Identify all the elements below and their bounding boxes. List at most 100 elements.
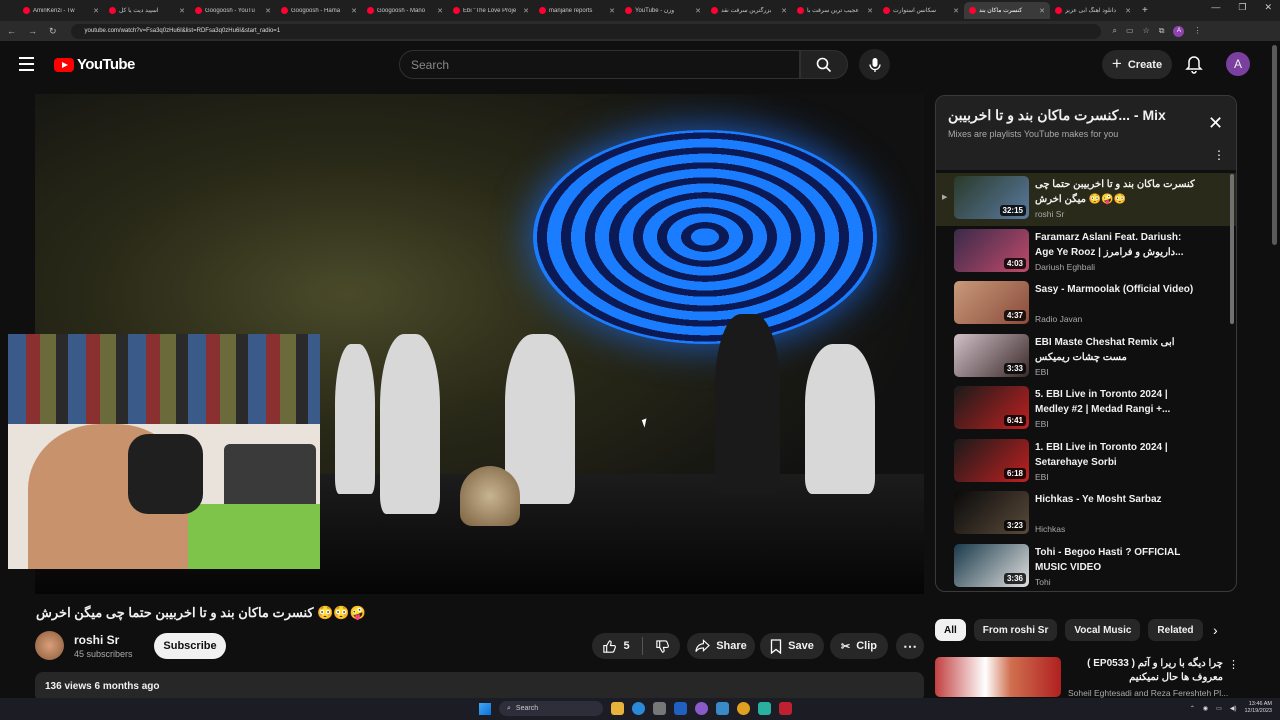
video-thumbnail[interactable]: 4:03 <box>954 228 1029 272</box>
search-button[interactable] <box>800 50 848 79</box>
create-button[interactable]: + Create <box>1102 50 1172 79</box>
new-tab-button[interactable]: + <box>1142 5 1148 16</box>
tab-close-icon[interactable]: ✕ <box>609 7 615 15</box>
share-button[interactable]: Share <box>687 633 755 659</box>
clip-button[interactable]: ✂ Clip <box>830 633 888 659</box>
video-thumbnail[interactable]: 4:37 <box>954 281 1029 324</box>
url-field[interactable]: youtube.com/watch?v=Fsa3q0zHu6I&list=RDF… <box>70 23 1101 39</box>
channel-name[interactable]: roshi Sr <box>74 633 119 647</box>
save-button[interactable]: Save <box>760 633 824 659</box>
filter-chip[interactable]: Vocal Music <box>1065 619 1141 641</box>
tab-close-icon[interactable]: ✕ <box>867 7 873 15</box>
tray-arrow-icon[interactable]: ⌃ <box>1190 705 1195 712</box>
playlist-item[interactable]: 3:33 EBI Maste Cheshat Remix ابی مست چشات… <box>936 331 1236 384</box>
browser-tab[interactable]: manjane reports ✕ <box>534 2 620 19</box>
cast-icon[interactable]: ▭ <box>1126 26 1134 37</box>
related-channel[interactable]: Soheil Eghtesadi and Reza Fereshteh Pl..… <box>1068 688 1228 698</box>
tab-close-icon[interactable]: ✕ <box>1039 7 1045 15</box>
tab-close-icon[interactable]: ✕ <box>781 7 787 15</box>
volume-icon[interactable]: ◀) <box>1230 705 1237 712</box>
app-icon[interactable] <box>758 702 771 715</box>
video-thumbnail[interactable]: 6:41 <box>954 386 1029 429</box>
browser-tab[interactable]: Googoosh - Hama ✕ <box>276 2 362 19</box>
store-icon[interactable] <box>653 702 666 715</box>
forward-icon[interactable]: → <box>28 26 37 37</box>
tab-close-icon[interactable]: ✕ <box>437 7 443 15</box>
search-input[interactable]: Search <box>399 50 800 79</box>
app-icon[interactable] <box>695 702 708 715</box>
taskbar-search[interactable]: ⌕ Search <box>499 701 603 716</box>
more-actions-button[interactable]: ⋯ <box>896 633 924 659</box>
chevron-right-icon[interactable]: › <box>1213 622 1218 638</box>
browser-tab[interactable]: دانلود آهنگ ابی عزیز ✕ <box>1050 2 1136 19</box>
profile-avatar[interactable]: A <box>1173 25 1185 37</box>
browser-tab[interactable]: عجیب ترین سرقت با ✕ <box>792 2 878 19</box>
browser-tab[interactable]: Googoosh - Mano ✕ <box>362 2 448 19</box>
like-icon[interactable] <box>602 639 617 654</box>
browser-tab[interactable]: Googoosh - YouTu ✕ <box>190 2 276 19</box>
playlist-item-title[interactable]: Faramarz Aslani Feat. Dariush: Age Ye Ro… <box>1035 230 1195 260</box>
zoom-icon[interactable]: ⌕ <box>1113 26 1117 37</box>
more-vert-icon[interactable]: ⋮ <box>1228 658 1239 671</box>
extensions-icon[interactable]: ⧉ <box>1159 26 1165 37</box>
reload-icon[interactable]: ↻ <box>49 26 57 37</box>
youtube-logo[interactable]: YouTube <box>54 56 135 73</box>
playlist-item[interactable]: 3:36 Tohi - Begoo Hasti ? OFFICIAL MUSIC … <box>936 541 1236 592</box>
browser-tab[interactable]: اسپید دیت یا کل ✕ <box>104 2 190 19</box>
video-thumbnail[interactable]: 6:18 <box>954 438 1029 482</box>
maximize-icon[interactable]: ❐ <box>1238 2 1246 13</box>
filter-chip[interactable]: Related <box>1148 619 1203 641</box>
video-thumbnail[interactable]: 3:23 <box>954 491 1029 534</box>
account-avatar[interactable]: A <box>1226 52 1250 76</box>
browser-tab[interactable]: AminKenzi - Tw ✕ <box>18 2 104 19</box>
browser-tab[interactable]: Ebi "The Love Proje ✕ <box>448 2 534 19</box>
app-icon[interactable] <box>716 702 729 715</box>
close-icon[interactable]: ✕ <box>1208 113 1223 134</box>
tab-close-icon[interactable]: ✕ <box>523 7 529 15</box>
subscribe-button[interactable]: Subscribe <box>154 633 226 659</box>
video-thumbnail[interactable]: 3:36 <box>954 543 1029 587</box>
playlist-item-title[interactable]: Hichkas - Ye Mosht Sarbaz <box>1035 492 1195 507</box>
tab-close-icon[interactable]: ✕ <box>265 7 271 15</box>
playlist-item[interactable]: 6:41 5. EBI Live in Toronto 2024 | Medley… <box>936 383 1236 436</box>
video-thumbnail[interactable]: 32:15 <box>954 176 1029 219</box>
playlist-item-title[interactable]: کنسرت ماکان بند و تا اخربیبن حتما چی میگ… <box>1035 177 1195 207</box>
notifications-bell-icon[interactable] <box>1184 55 1204 75</box>
tab-close-icon[interactable]: ✕ <box>953 7 959 15</box>
playlist-item-title[interactable]: Sasy - Marmoolak (Official Video) <box>1035 282 1195 297</box>
browser-tab[interactable]: سکانس استوارت ✕ <box>878 2 964 19</box>
browser-menu-icon[interactable]: ⋮ <box>1193 26 1201 37</box>
tab-close-icon[interactable]: ✕ <box>1125 7 1131 15</box>
tab-close-icon[interactable]: ✕ <box>695 7 701 15</box>
video-thumbnail[interactable]: 3:33 <box>954 333 1029 377</box>
playlist-item-title[interactable]: 5. EBI Live in Toronto 2024 | Medley #2 … <box>1035 387 1195 417</box>
edge-icon[interactable] <box>632 702 645 715</box>
clock[interactable]: 13:46 AM 12/19/2023 <box>1244 701 1272 715</box>
app-icon[interactable] <box>779 702 792 715</box>
playlist-menu-icon[interactable]: ⋮ <box>1213 148 1225 162</box>
browser-tab[interactable]: YouTube - وزن ✕ <box>620 2 706 19</box>
playlist-item[interactable]: 6:18 1. EBI Live in Toronto 2024 | Setare… <box>936 436 1236 489</box>
related-title[interactable]: چرا دیگه با ریرا و آتم ( EP0533 ) معروف … <box>1068 657 1223 685</box>
playlist-item-title[interactable]: Tohi - Begoo Hasti ? OFFICIAL MUSIC VIDE… <box>1035 545 1195 575</box>
mic-tray-icon[interactable]: ◉ <box>1203 705 1208 712</box>
related-thumbnail[interactable] <box>935 657 1061 697</box>
tab-close-icon[interactable]: ✕ <box>93 7 99 15</box>
windows-start-icon[interactable] <box>479 702 491 715</box>
menu-icon[interactable] <box>19 57 34 75</box>
playlist-item[interactable]: ▶ 32:15 کنسرت ماکان بند و تا اخربیبن حتما … <box>936 173 1236 226</box>
file-explorer-icon[interactable] <box>611 702 624 715</box>
playlist-item[interactable]: 4:37 Sasy - Marmoolak (Official Video) Rad… <box>936 278 1236 331</box>
playlist-item[interactable]: 3:23 Hichkas - Ye Mosht Sarbaz Hichkas <box>936 488 1236 541</box>
filter-chip[interactable]: From roshi Sr <box>973 619 1058 641</box>
tab-close-icon[interactable]: ✕ <box>351 7 357 15</box>
voice-search-button[interactable] <box>859 49 890 80</box>
related-video[interactable]: چرا دیگه با ریرا و آتم ( EP0533 ) معروف … <box>935 657 1239 698</box>
playlist-item[interactable]: 4:03 Faramarz Aslani Feat. Dariush: Age Y… <box>936 226 1236 279</box>
network-icon[interactable]: ▭ <box>1216 705 1222 712</box>
playlist-item-title[interactable]: 1. EBI Live in Toronto 2024 | Setarehaye… <box>1035 440 1195 470</box>
back-icon[interactable]: ← <box>7 26 16 37</box>
browser-tab[interactable]: بزرگترین سرقت نقد ✕ <box>706 2 792 19</box>
star-icon[interactable]: ☆ <box>1143 26 1150 37</box>
close-window-icon[interactable]: ✕ <box>1264 2 1272 13</box>
